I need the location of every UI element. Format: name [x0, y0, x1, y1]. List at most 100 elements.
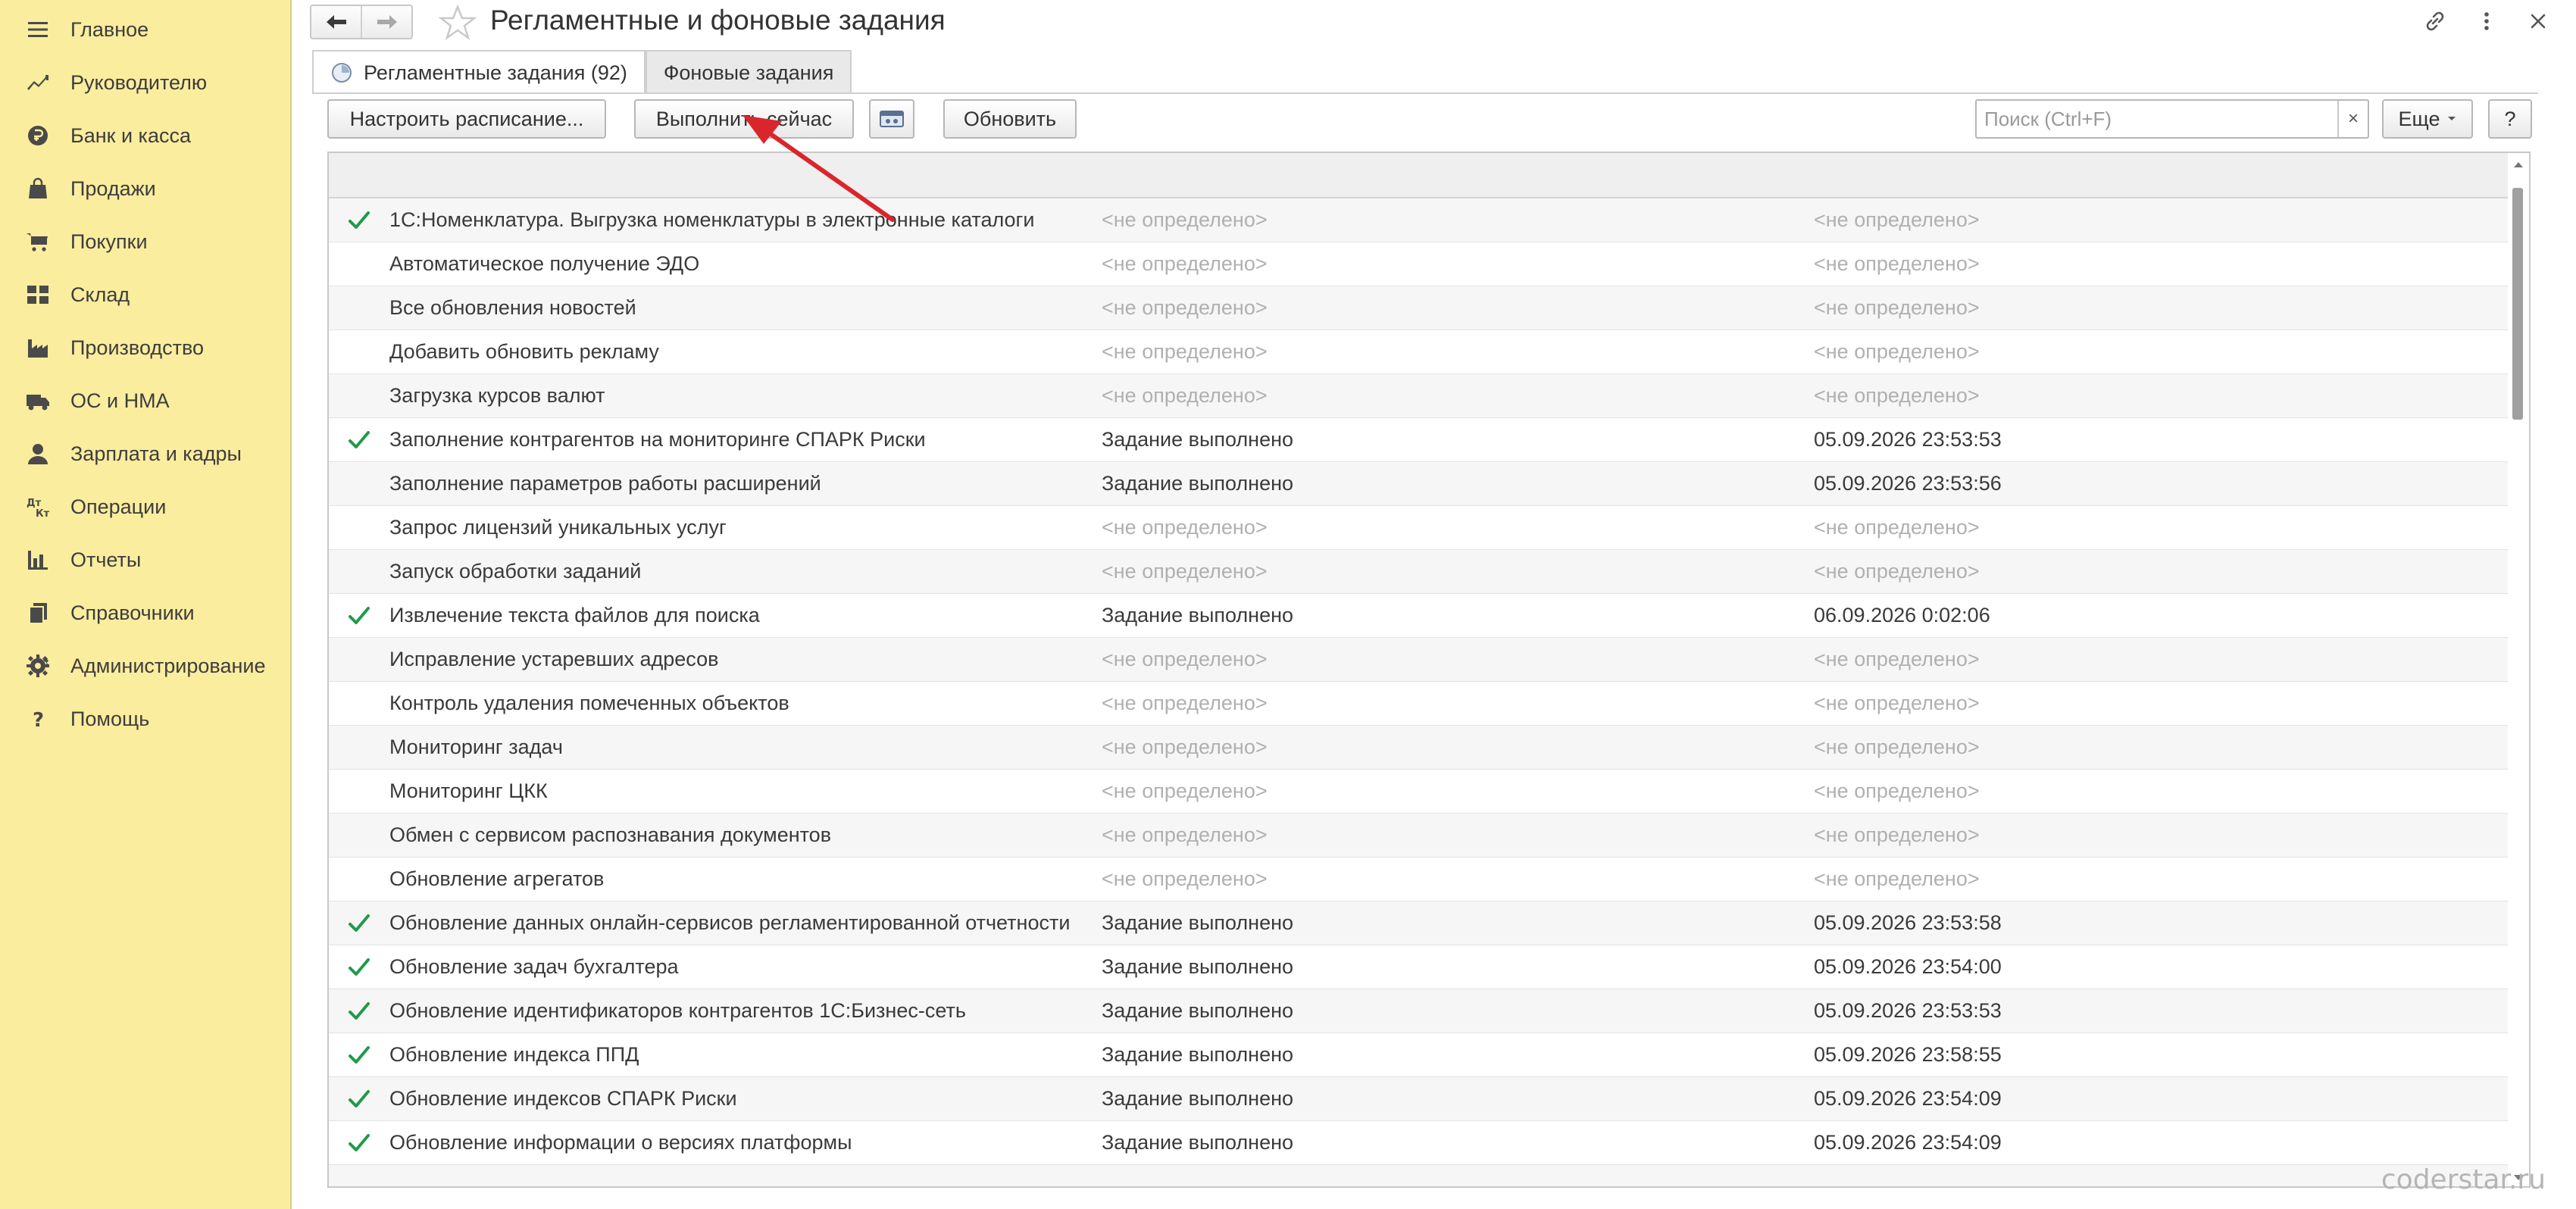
table-row[interactable]: Обновление агрегатов <не определено> <не о…: [329, 858, 2529, 901]
table-row[interactable]: Запуск обработки заданий <не определено> <…: [329, 550, 2529, 594]
sidebar-item-4[interactable]: Покупки: [0, 215, 290, 268]
refresh-button[interactable]: Обновить: [943, 99, 1077, 139]
job-date-cell: <не определено>: [1814, 648, 1980, 670]
status-cell: [329, 211, 389, 230]
help-button[interactable]: ?: [2488, 99, 2532, 139]
back-button[interactable]: [311, 6, 361, 38]
sidebar-item-8[interactable]: Зарплата и кадры: [0, 427, 290, 480]
search-input[interactable]: [1977, 101, 2337, 137]
table-row[interactable]: Автоматическое получение ЭДО <не определе…: [329, 242, 2529, 286]
job-state-cell: Задание выполнено: [1102, 911, 1294, 934]
more-button[interactable]: Еще: [2382, 99, 2473, 139]
sidebar-item-13[interactable]: ? Помощь: [0, 692, 290, 745]
sidebar-item-label: Продажи: [70, 177, 156, 200]
job-date-cell: 06.09.2026 0:02:06: [1814, 604, 1990, 626]
status-cell: [329, 958, 389, 977]
sidebar-item-9[interactable]: Дт Кт Операции: [0, 480, 290, 533]
table-row[interactable]: Заполнение параметров работы расширений З…: [329, 462, 2529, 506]
scroll-up-icon[interactable]: [2512, 159, 2524, 170]
sidebar-item-label: Отчеты: [70, 548, 142, 571]
tab-scheduled-jobs[interactable]: Регламентные задания (92): [312, 50, 646, 94]
sidebar: Главное Руководителю Банк и касса Продажи По…: [0, 0, 292, 1209]
link-button[interactable]: [2420, 6, 2450, 36]
job-state-cell: Задание выполнено: [1102, 1131, 1294, 1154]
debit-credit-icon: Дт Кт: [25, 494, 51, 520]
table-row[interactable]: Добавить обновить рекламу <не определено>…: [329, 330, 2529, 374]
bag-icon: [25, 176, 51, 202]
table-row[interactable]: Загрузка курсов валют <не определено> <не …: [329, 374, 2529, 418]
table-row[interactable]: 1С:Номенклатура. Выгрузка номенклатуры в…: [329, 198, 2529, 242]
table-row[interactable]: Обновление индексов СПАРК Риски Задание в…: [329, 1077, 2529, 1121]
sidebar-item-5[interactable]: Склад: [0, 268, 290, 321]
sidebar-item-1[interactable]: Руководителю: [0, 56, 290, 109]
job-console-button[interactable]: [869, 99, 914, 139]
vertical-scrollbar[interactable]: [2508, 153, 2529, 1186]
job-state-cell: <не определено>: [1102, 779, 1268, 802]
job-name-cell: Добавить обновить рекламу: [389, 340, 659, 363]
job-state-cell: Задание выполнено: [1102, 472, 1294, 495]
forward-button[interactable]: [361, 6, 411, 38]
tab-background-jobs[interactable]: Фоновые задания: [645, 50, 852, 94]
tab-scheduled-jobs-label: Регламентные задания (92): [364, 61, 627, 84]
table-row[interactable]: Исправление устаревших адресов <не опреде…: [329, 638, 2529, 682]
sidebar-item-0[interactable]: Главное: [0, 3, 290, 56]
configure-schedule-button[interactable]: Настроить расписание...: [327, 99, 606, 139]
table-row[interactable]: Обновление данных онлайн-сервисов реглам…: [329, 901, 2529, 945]
sidebar-item-2[interactable]: Банк и касса: [0, 109, 290, 162]
close-button[interactable]: [2523, 6, 2553, 36]
table-row[interactable]: Обновление индекса ППД Задание выполнено 0…: [329, 1033, 2529, 1077]
table-row[interactable]: Обновление идентификаторов контрагентов …: [329, 989, 2529, 1033]
svg-text:?: ?: [33, 709, 44, 731]
tab-background-jobs-label: Фоновые задания: [663, 61, 834, 84]
search-clear-button[interactable]: ×: [2337, 101, 2368, 137]
job-name-cell: Обновление индексов СПАРК Риски: [389, 1087, 737, 1110]
table-row[interactable]: Все обновления новостей <не определено> <н…: [329, 286, 2529, 330]
close-icon: [2531, 14, 2546, 29]
job-date-cell: <не определено>: [1814, 208, 1980, 231]
table-row[interactable]: Мониторинг ЦКК <не определено> <не определ…: [329, 770, 2529, 814]
arrow-right-icon: [377, 15, 397, 29]
table-row[interactable]: Заполнение контрагентов на мониторинге С…: [329, 418, 2529, 462]
sidebar-item-label: Склад: [70, 283, 130, 306]
bar-chart-icon: [25, 547, 51, 573]
sidebar-item-12[interactable]: Администрирование: [0, 639, 290, 692]
favorite-star-icon[interactable]: [439, 5, 477, 41]
check-icon: [349, 430, 370, 448]
sidebar-item-11[interactable]: Справочники: [0, 586, 290, 639]
books-icon: [25, 600, 51, 626]
run-now-button[interactable]: Выполнить сейчас: [634, 99, 854, 139]
job-date-cell: 05.09.2026 23:53:53: [1814, 999, 2002, 1022]
job-date-cell: <не определено>: [1814, 384, 1980, 407]
table-row[interactable]: Запрос лицензий уникальных услуг <не опре…: [329, 506, 2529, 550]
status-cell: [329, 1089, 389, 1109]
sidebar-item-label: Зарплата и кадры: [70, 442, 242, 465]
job-name-cell: Обновление информации о версиях платформ…: [389, 1131, 852, 1154]
job-date-cell: 05.09.2026 23:58:55: [1814, 1043, 2002, 1066]
table-row[interactable]: Контроль удаления помеченных объектов <не…: [329, 682, 2529, 726]
job-name-cell: Обновление задач бухгалтера: [389, 955, 679, 978]
job-name-cell: Автоматическое получение ЭДО: [389, 252, 700, 275]
job-name-cell: Мониторинг ЦКК: [389, 779, 548, 802]
table-row[interactable]: Мониторинг задач <не определено> <не опред…: [329, 726, 2529, 770]
status-cell: [329, 430, 389, 450]
scrollbar-thumb[interactable]: [2512, 188, 2523, 420]
sidebar-item-label: ОС и НМА: [70, 389, 170, 412]
sidebar-item-label: Покупки: [70, 230, 148, 253]
sidebar-item-10[interactable]: Отчеты: [0, 533, 290, 586]
sidebar-item-7[interactable]: ОС и НМА: [0, 374, 290, 427]
table-row[interactable]: [329, 1165, 2529, 1186]
sidebar-item-3[interactable]: Продажи: [0, 162, 290, 215]
table-row[interactable]: Обновление информации о версиях платформ…: [329, 1121, 2529, 1165]
job-name-cell: Запрос лицензий уникальных услуг: [389, 516, 727, 539]
arrow-left-icon: [326, 15, 346, 29]
table-row[interactable]: Извлечение текста файлов для поиска Задан…: [329, 594, 2529, 638]
sidebar-item-label: Руководителю: [70, 70, 208, 94]
job-date-cell: 05.09.2026 23:54:09: [1814, 1131, 2002, 1154]
table-row[interactable]: Обмен с сервисом распознавания документо…: [329, 814, 2529, 858]
job-name-cell: Все обновления новостей: [389, 296, 636, 319]
more-actions-button[interactable]: [2471, 6, 2502, 36]
sidebar-item-label: Банк и касса: [70, 123, 191, 147]
job-state-cell: <не определено>: [1102, 692, 1268, 714]
sidebar-item-6[interactable]: Производство: [0, 321, 290, 374]
table-row[interactable]: Обновление задач бухгалтера Задание выпол…: [329, 945, 2529, 989]
